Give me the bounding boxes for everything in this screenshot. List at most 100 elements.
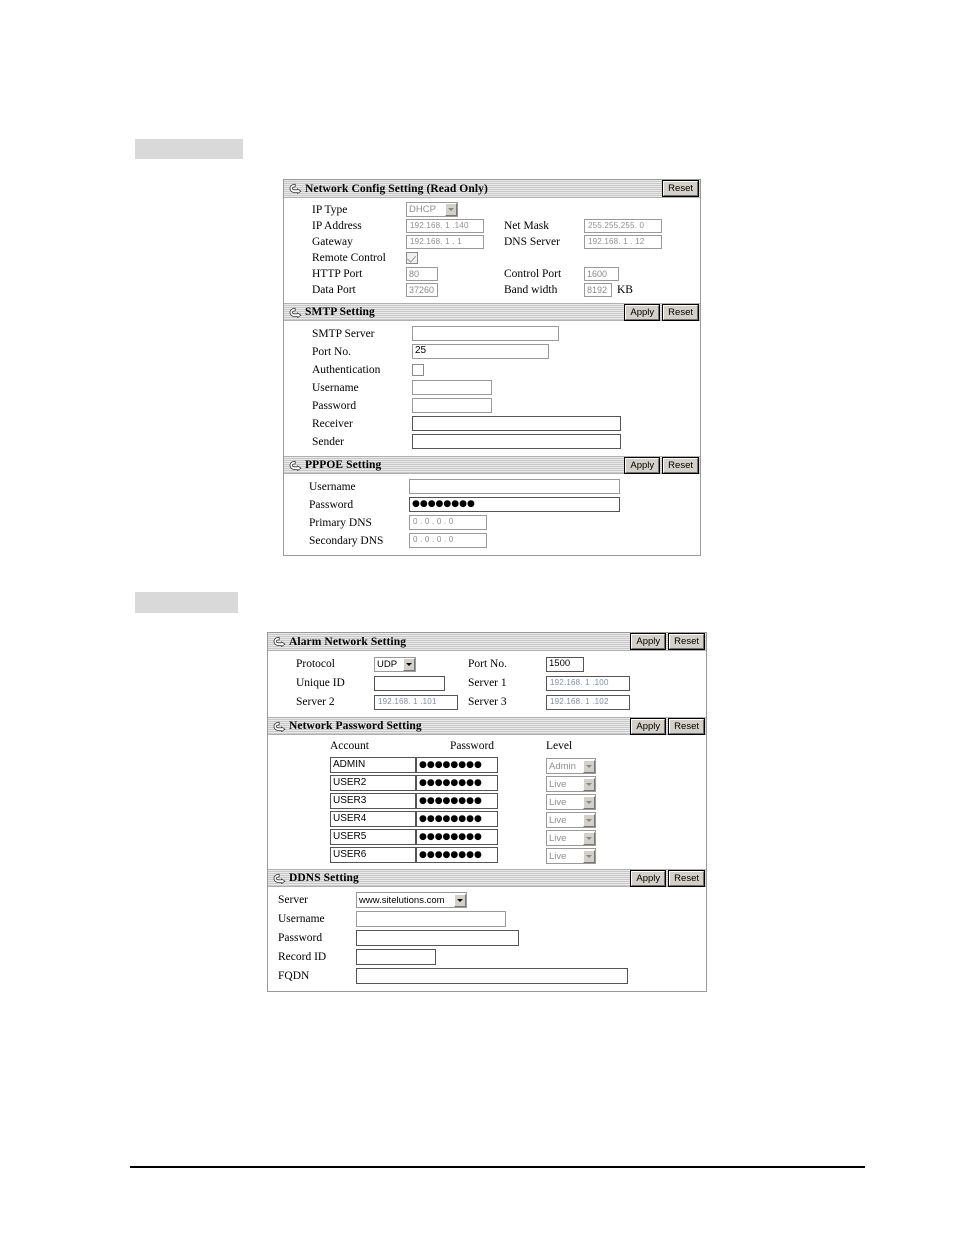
panel-network-password: Network Password Setting Apply Reset Acc… — [268, 717, 706, 869]
ddns-password-input[interactable] — [356, 930, 519, 946]
row-smtp-password: Password — [284, 397, 700, 414]
column-header-account: Account — [330, 740, 369, 752]
label-ddns-password: Password — [278, 932, 323, 944]
pppoe-secondary-dns-field[interactable]: 0 . 0 . 0 . 0 — [409, 533, 487, 548]
label-alarm-protocol: Protocol — [296, 658, 335, 670]
account-input[interactable]: USER4 — [330, 811, 416, 827]
apply-button-alarm-network[interactable]: Apply — [631, 634, 666, 649]
panel-title-network-password: Network Password Setting — [289, 720, 422, 732]
account-input[interactable]: USER2 — [330, 775, 416, 791]
cell-account: USER3 — [268, 793, 416, 809]
ddns-fqdn-input[interactable] — [356, 968, 628, 984]
label-pppoe-password: Password — [309, 498, 354, 511]
panel-header-ddns: DDNS Setting Apply Reset — [268, 869, 706, 887]
ddns-record-id-input[interactable] — [356, 949, 436, 965]
alarm-server3-field[interactable]: 192.168. 1 .102 — [546, 694, 630, 710]
password-input[interactable]: ●●●●●●●● — [416, 811, 498, 827]
pppoe-primary-dns-field[interactable]: 0 . 0 . 0 . 0 — [409, 515, 487, 530]
gateway-field[interactable]: 192.168. 1 . 1 — [406, 234, 484, 249]
reset-button-network-password[interactable]: Reset — [669, 719, 704, 734]
cell-password: ●●●●●●●● — [416, 757, 528, 773]
smtp-sender-input[interactable] — [412, 434, 621, 449]
level-select[interactable]: Live — [546, 848, 596, 865]
label-band-width-unit: KB — [617, 283, 633, 296]
row-ip-type: IP Type DHCP — [284, 202, 700, 217]
apply-button-smtp[interactable]: Apply — [625, 305, 660, 320]
account-input[interactable]: USER5 — [330, 829, 416, 845]
level-select[interactable]: Live — [546, 830, 596, 847]
remote-control-checkbox[interactable] — [406, 251, 418, 264]
alarm-unique-id-input[interactable] — [374, 675, 445, 691]
row-ddns-record-id: Record ID — [268, 948, 706, 966]
circular-arrow-right-icon — [273, 873, 286, 884]
panel-header-network-password: Network Password Setting Apply Reset — [268, 717, 706, 735]
account-input[interactable]: USER6 — [330, 847, 416, 863]
alarm-server1-field[interactable]: 192.168. 1 .100 — [546, 675, 630, 691]
level-select[interactable]: Live — [546, 776, 596, 793]
smtp-password-input[interactable] — [412, 398, 492, 413]
dns-server-field[interactable]: 192.168. 1 . 12 — [584, 234, 662, 249]
password-input[interactable]: ●●●●●●●● — [416, 757, 498, 773]
apply-button-network-password[interactable]: Apply — [631, 719, 666, 734]
data-port-field[interactable]: 37260 — [406, 282, 438, 297]
password-input[interactable]: ●●●●●●●● — [416, 847, 498, 863]
alarm-port-input[interactable]: 1500 — [546, 656, 584, 672]
level-select[interactable]: Live — [546, 812, 596, 829]
panel-title-alarm-network: Alarm Network Setting — [289, 635, 407, 648]
ip-type-value: DHCP — [409, 204, 436, 215]
row-alarm-server2: Server 2 192.168. 1 .101 Server 3 192.16… — [268, 693, 706, 711]
reset-button-ddns[interactable]: Reset — [669, 871, 704, 886]
label-alarm-server3: Server 3 — [468, 696, 507, 708]
apply-button-ddns[interactable]: Apply — [631, 871, 666, 886]
apply-button-pppoe[interactable]: Apply — [625, 458, 660, 473]
ip-address-field[interactable]: 192.168. 1 .140 — [406, 218, 484, 233]
label-smtp-server: SMTP Server — [312, 327, 375, 340]
alarm-server2-field[interactable]: 192.168. 1 .101 — [374, 694, 458, 710]
smtp-server-input[interactable] — [412, 326, 559, 341]
level-select[interactable]: Admin — [546, 758, 596, 775]
account-input[interactable]: USER3 — [330, 793, 416, 809]
pppoe-password-input[interactable]: ●●●●●●●● — [409, 497, 620, 512]
cell-password: ●●●●●●●● — [416, 811, 528, 827]
reset-button-alarm-network[interactable]: Reset — [669, 634, 704, 649]
panel-body-network-password: Account Password Level ADMIN ●●●●●●●● Ad… — [268, 735, 706, 869]
pppoe-username-input[interactable] — [409, 479, 620, 494]
ip-type-select[interactable]: DHCP — [406, 202, 458, 217]
password-input[interactable]: ●●●●●●●● — [416, 775, 498, 791]
cell-level: Live — [528, 828, 628, 847]
reset-button-pppoe[interactable]: Reset — [663, 458, 698, 473]
alarm-protocol-value: UDP — [377, 658, 398, 670]
label-smtp-authentication: Authentication — [312, 363, 381, 376]
net-mask-field[interactable]: 255.255.255. 0 — [584, 218, 662, 233]
panel-header-pppoe: PPPOE Setting Apply Reset — [284, 456, 700, 474]
smtp-username-input[interactable] — [412, 380, 492, 395]
alarm-settings-group: Alarm Network Setting Apply Reset Protoc… — [267, 632, 707, 992]
password-input[interactable]: ●●●●●●●● — [416, 829, 498, 845]
level-select[interactable]: Live — [546, 794, 596, 811]
control-port-field[interactable]: 1600 — [584, 266, 619, 281]
panel-header-buttons-network-config: Reset — [663, 181, 698, 196]
ddns-server-select[interactable]: www.sitelutions.com — [356, 892, 467, 908]
smtp-authentication-checkbox[interactable] — [412, 363, 424, 376]
panel-body-pppoe: Username Password ●●●●●●●● Primary DNS 0… — [284, 474, 700, 555]
http-port-field[interactable]: 80 — [406, 266, 438, 281]
chevron-down-icon — [583, 813, 595, 827]
network-settings-group: Network Config Setting (Read Only) Reset… — [283, 179, 701, 556]
cell-account: USER2 — [268, 775, 416, 791]
cell-password: ●●●●●●●● — [416, 829, 528, 845]
band-width-field[interactable]: 8192 — [584, 282, 612, 297]
account-input[interactable]: ADMIN — [330, 757, 416, 773]
label-pppoe-username: Username — [309, 480, 356, 493]
password-input[interactable]: ●●●●●●●● — [416, 793, 498, 809]
reset-button-network-config[interactable]: Reset — [663, 181, 698, 196]
label-net-mask: Net Mask — [504, 219, 550, 232]
ddns-username-input[interactable] — [356, 911, 506, 927]
alarm-protocol-select[interactable]: UDP — [374, 656, 416, 672]
row-ddns-password: Password — [268, 929, 706, 947]
smtp-receiver-input[interactable] — [412, 416, 621, 431]
panel-header-buttons-pppoe: Apply Reset — [625, 458, 698, 473]
cell-account: USER6 — [268, 847, 416, 863]
reset-button-smtp[interactable]: Reset — [663, 305, 698, 320]
smtp-port-input[interactable]: 25 — [412, 344, 549, 359]
cell-password: ●●●●●●●● — [416, 775, 528, 791]
